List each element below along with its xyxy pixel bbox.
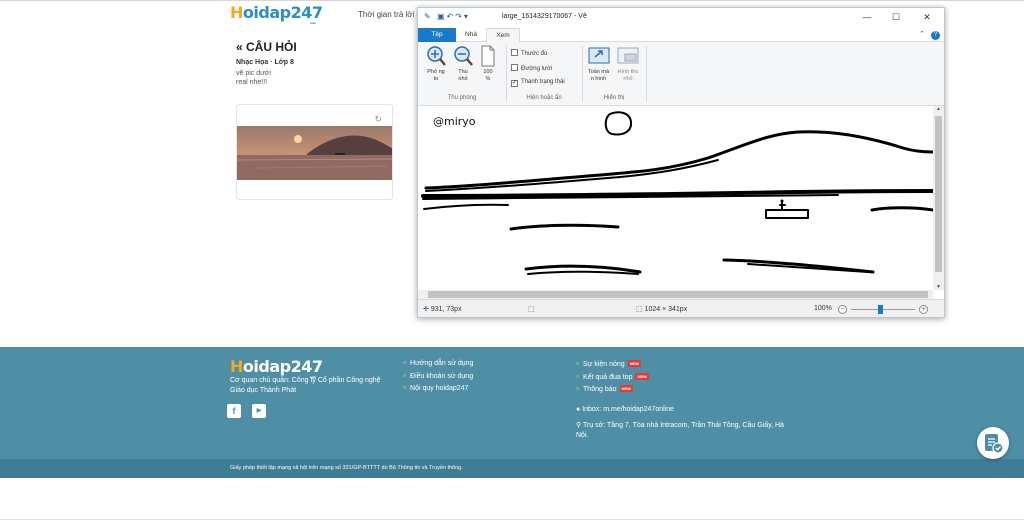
tab-home[interactable]: Nhà xyxy=(456,28,486,42)
top-divider xyxy=(0,0,1024,1)
question-subject[interactable]: Nhạc Họa · Lớp 8 xyxy=(236,59,294,66)
zoom-group-label: Thu phóng xyxy=(447,95,477,101)
mountain-stroke xyxy=(424,130,933,190)
vertical-scrollbar[interactable]: ▲ ▼ xyxy=(933,106,944,290)
zoom-in-button[interactable]: Phó ng to xyxy=(424,45,448,83)
shore-stroke-left xyxy=(423,203,509,210)
vertical-scroll-thumb[interactable] xyxy=(935,116,942,272)
new-badge: NEW xyxy=(619,385,633,392)
zoom-out-icon xyxy=(454,46,473,66)
tab-file[interactable]: Tệp xyxy=(418,28,456,42)
zoom-100-button[interactable]: 100 % xyxy=(478,45,498,83)
window-title: large_1614329170067 - Vẽ xyxy=(502,13,587,20)
image-size: ⬚ 1024 × 341px xyxy=(636,306,688,313)
thumbnail-button[interactable]: Hình thu nhỏ xyxy=(614,45,642,83)
scroll-up-icon[interactable]: ▲ xyxy=(933,106,944,112)
maximize-button[interactable]: ☐ xyxy=(885,11,907,24)
question-title[interactable]: « CÂU HỎI xyxy=(236,40,297,54)
paint-app-icon: ✎ xyxy=(424,12,433,21)
link-hot-events[interactable]: Sự kiện nóngNEW xyxy=(576,360,642,368)
undo-icon[interactable]: ↶ xyxy=(447,12,456,21)
facebook-icon[interactable]: f xyxy=(227,404,241,418)
thumbnail-icon xyxy=(617,47,639,64)
sunset-photo[interactable] xyxy=(237,126,392,180)
question-text: vẽ pic dưới real nhe!!! xyxy=(236,70,271,86)
time-hint-text: Thời gian trả lời cò xyxy=(358,10,425,19)
refresh-icon[interactable]: ↻ xyxy=(374,114,382,125)
cursor-position: ✛ 931, 73px xyxy=(423,306,462,313)
floating-action-button[interactable] xyxy=(977,427,1009,459)
inbox-link[interactable]: ● Inbox: m.me/hoidap247online xyxy=(576,405,674,415)
sunset-photo-image xyxy=(237,126,392,180)
statusbar-checkbox[interactable]: ✓ Thanh trạng thái xyxy=(511,79,565,87)
question-image-card[interactable]: ↻ xyxy=(236,104,393,200)
zoom-out-button[interactable]: Thu nhỏ xyxy=(451,45,475,83)
link-rules[interactable]: Nội quy hoidap247 xyxy=(403,385,468,392)
location-pin-icon: ⚲ xyxy=(576,422,582,429)
show-hide-group-label: Hiện hoặc ẩn xyxy=(526,95,562,101)
paint-statusbar: ✛ 931, 73px ⬚ ⬚ 1024 × 341px 100% − + xyxy=(418,299,944,317)
youtube-icon[interactable]: ▶ xyxy=(252,404,266,418)
ribbon-tabs: Tệp Nhà Xem ⌃? xyxy=(418,28,944,42)
boat-person xyxy=(779,199,786,210)
water-stroke-bottom-2 xyxy=(527,270,639,275)
canvas-drawing xyxy=(421,111,933,275)
link-notifications[interactable]: Thông báoNEW xyxy=(576,385,633,393)
collapse-ribbon-icon[interactable]: ⌃ xyxy=(919,31,925,38)
fullscreen-icon xyxy=(588,47,609,64)
ribbon-controls: ⌃? xyxy=(919,30,940,40)
image-size-icon: ⬚ xyxy=(636,306,643,313)
group-separator xyxy=(506,46,507,102)
address-text: ⚲ Trụ sở: Tầng 7, Tòa nhà Intracom, Trần… xyxy=(576,422,784,439)
quick-access-toolbar[interactable]: ✎ ▣↶↷▾ xyxy=(424,12,470,21)
document-check-icon xyxy=(985,434,1004,454)
redo-icon[interactable]: ↷ xyxy=(455,12,464,21)
link-terms[interactable]: Điều khoản sử dụng xyxy=(403,373,473,380)
minimize-button[interactable]: — xyxy=(856,11,878,24)
site-footer: Hoidap247 .com Cơ quan chủ quản: Công ty… xyxy=(0,347,1024,478)
fullscreen-button[interactable]: Toàn mà n hình xyxy=(585,45,612,83)
crosshair-icon: ✛ xyxy=(423,306,429,313)
customize-qat-icon[interactable]: ▾ xyxy=(464,12,470,21)
help-icon[interactable]: ? xyxy=(931,31,940,40)
zoom-slider[interactable] xyxy=(851,305,915,314)
horizon-stroke xyxy=(421,189,933,198)
boat-hull xyxy=(765,209,809,219)
selection-size-icon: ⬚ xyxy=(528,306,535,313)
scroll-down-icon[interactable]: ▼ xyxy=(933,284,944,290)
license-text: Giấy phép thiết lập mạng xã hội trên mạn… xyxy=(230,465,463,471)
link-user-guide[interactable]: Hướng dẫn sử dụng xyxy=(403,360,473,367)
owner-text: Cơ quan chủ quản: Công ty Cổ phần Công n… xyxy=(230,377,381,394)
view-ribbon: Phó ng to Thu nhỏ 100 % Thu phóng Thước … xyxy=(418,42,944,106)
close-button[interactable]: ✕ xyxy=(916,11,938,24)
new-badge: NEW xyxy=(635,373,649,380)
horizontal-scrollbar[interactable] xyxy=(418,290,933,299)
paint-window[interactable]: ✎ ▣↶↷▾ large_1614329170067 - Vẽ — ☐ ✕ Tệ… xyxy=(417,7,945,318)
water-stroke xyxy=(509,223,620,231)
paint-titlebar[interactable]: ✎ ▣↶↷▾ large_1614329170067 - Vẽ — ☐ ✕ xyxy=(418,8,944,27)
page-icon xyxy=(481,45,495,67)
water-stroke-right xyxy=(870,206,933,212)
drawing-canvas[interactable]: @miryo xyxy=(418,106,944,299)
zoom-plus-button[interactable]: + xyxy=(919,305,928,314)
messenger-icon: ● xyxy=(576,406,581,413)
tab-view[interactable]: Xem xyxy=(486,28,520,42)
zoom-in-icon xyxy=(427,46,446,66)
horizontal-scroll-thumb[interactable] xyxy=(428,291,928,298)
save-icon[interactable]: ▣ xyxy=(437,12,447,21)
sun-stroke xyxy=(604,111,633,136)
site-logo[interactable]: Hoidap247 .com xyxy=(230,5,323,25)
page-bottom xyxy=(0,478,1024,522)
license-strip: Giấy phép thiết lập mạng xã hội trên mạn… xyxy=(0,459,1024,478)
link-top-race[interactable]: Kết quả đua topNEW xyxy=(576,373,649,381)
zoom-minus-button[interactable]: − xyxy=(838,305,847,314)
zoom-level: 100% xyxy=(814,305,832,312)
group-separator xyxy=(646,46,647,102)
gridlines-checkbox[interactable]: Đường lưới xyxy=(511,64,552,72)
zoom-slider-knob[interactable] xyxy=(878,305,883,314)
new-badge: NEW xyxy=(627,360,642,367)
group-separator xyxy=(582,46,583,102)
display-group-label: Hiển thị xyxy=(603,95,625,101)
rulers-checkbox[interactable]: Thước đo xyxy=(511,49,547,57)
